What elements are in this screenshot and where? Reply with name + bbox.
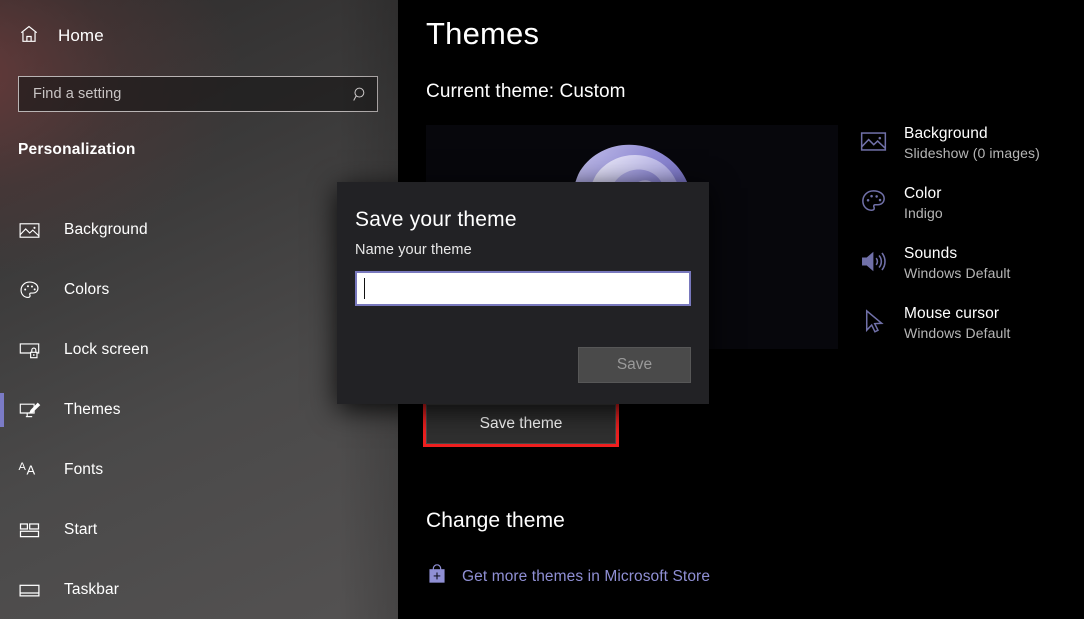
save-theme-highlight: Save theme: [423, 401, 619, 447]
fonts-icon: A A: [18, 458, 42, 482]
sidebar-item-label: Background: [64, 221, 148, 238]
theme-setting-background[interactable]: Background Slideshow (0 images): [856, 125, 1084, 161]
lock-screen-icon: [18, 339, 42, 362]
search-placeholder: Find a setting: [33, 86, 122, 102]
sidebar-item-label: Colors: [64, 281, 110, 298]
setting-value: Slideshow (0 images): [904, 145, 1040, 161]
home-icon: [18, 23, 40, 50]
store-bag-icon: [426, 563, 448, 590]
theme-setting-sounds[interactable]: Sounds Windows Default: [856, 245, 1084, 281]
speaker-icon: [856, 245, 890, 281]
save-theme-button[interactable]: Save theme: [426, 404, 616, 444]
setting-name: Color: [904, 185, 942, 202]
palette-icon: [18, 279, 42, 302]
sidebar-item-label: Themes: [64, 401, 121, 418]
home-nav-item[interactable]: Home: [18, 20, 104, 52]
page-title: Themes: [426, 16, 540, 51]
setting-value: Windows Default: [904, 265, 1011, 281]
home-label: Home: [58, 26, 104, 45]
theme-name-input[interactable]: [355, 271, 691, 306]
text-caret: [364, 278, 365, 299]
dialog-subtitle: Name your theme: [355, 242, 472, 258]
dialog-title: Save your theme: [355, 208, 517, 231]
search-input[interactable]: Find a setting: [18, 76, 378, 112]
get-more-themes-link[interactable]: Get more themes in Microsoft Store: [426, 563, 710, 590]
setting-name: Sounds: [904, 245, 958, 262]
sidebar-item-label: Lock screen: [64, 341, 149, 358]
setting-name: Mouse cursor: [904, 305, 1000, 322]
image-icon: [18, 219, 42, 242]
sidebar-item-fonts[interactable]: A A Fonts: [0, 440, 398, 500]
taskbar-icon: [18, 579, 42, 602]
sidebar-section-title: Personalization: [18, 141, 136, 158]
sidebar-item-label: Taskbar: [64, 581, 119, 598]
palette-icon: [856, 185, 890, 221]
setting-name: Background: [904, 125, 988, 142]
svg-text:A: A: [27, 463, 36, 478]
search-icon[interactable]: [343, 85, 377, 104]
theme-settings-list: Background Slideshow (0 images) Color In…: [856, 125, 1084, 365]
sidebar-item-label: Start: [64, 521, 98, 538]
change-theme-heading: Change theme: [426, 509, 565, 532]
setting-value: Windows Default: [904, 325, 1011, 341]
start-icon: [18, 519, 42, 542]
image-icon: [856, 125, 890, 161]
save-theme-dialog: Save your theme Name your theme Save: [337, 182, 709, 404]
setting-value: Indigo: [904, 205, 943, 221]
settings-window: Home Find a setting Personalization Back…: [0, 0, 1084, 619]
store-link-label: Get more themes in Microsoft Store: [462, 567, 711, 585]
dialog-save-button[interactable]: Save: [578, 347, 691, 383]
sidebar-item-start[interactable]: Start: [0, 500, 398, 560]
svg-text:A: A: [19, 461, 27, 473]
theme-setting-color[interactable]: Color Indigo: [856, 185, 1084, 221]
cursor-icon: [856, 305, 890, 341]
sidebar-item-taskbar[interactable]: Taskbar: [0, 560, 398, 619]
theme-setting-mouse-cursor[interactable]: Mouse cursor Windows Default: [856, 305, 1084, 341]
sidebar-item-label: Fonts: [64, 461, 104, 478]
current-theme-label: Current theme: Custom: [426, 81, 626, 102]
themes-icon: [18, 399, 42, 422]
